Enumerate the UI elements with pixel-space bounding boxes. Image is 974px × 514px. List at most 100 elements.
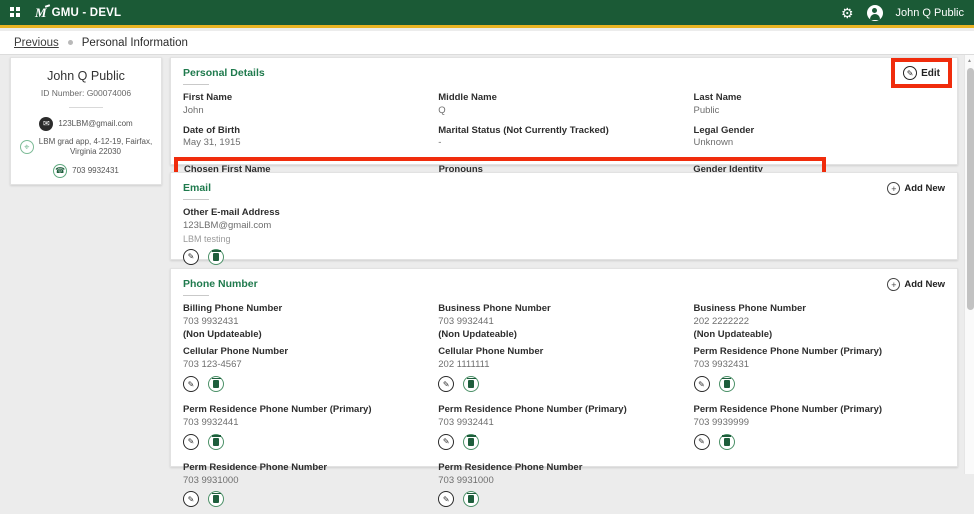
topbar-right: ⚙ John Q Public: [841, 4, 964, 21]
annotation-box-edit: ✎ Edit: [891, 58, 952, 88]
gmu-logo-icon: M: [35, 4, 47, 20]
edit-phone-button[interactable]: ✎: [183, 433, 199, 450]
plus-icon: +: [887, 182, 901, 195]
divider: [69, 107, 103, 108]
personal-details-card: Personal Details ✎ Edit First Name John M…: [170, 57, 958, 198]
phone-row: Perm Residence Phone Number 703 9931000 …: [183, 462, 945, 514]
app-title: GMU - DEVL: [51, 6, 122, 19]
phone-row: Perm Residence Phone Number (Primary) 70…: [183, 404, 945, 457]
delete-phone-button[interactable]: [718, 433, 735, 450]
edit-phone-button[interactable]: ✎: [438, 491, 455, 508]
trash-icon: [722, 377, 732, 389]
trash-icon: [722, 435, 732, 446]
breadcrumb-previous-link[interactable]: Previous: [14, 37, 59, 49]
email-section-title: Email: [183, 182, 212, 194]
email-icon: ✉: [39, 117, 54, 131]
phone-entry: Cellular Phone Number 703 123-4567 ✎: [183, 346, 438, 399]
edit-button[interactable]: ✎ Edit: [903, 66, 940, 80]
pencil-icon: ✎: [698, 437, 705, 447]
trash-icon: [466, 377, 476, 389]
brand: M GMU - DEVL: [35, 5, 121, 21]
user-name[interactable]: John Q Public: [896, 7, 964, 19]
divider: [183, 84, 209, 85]
phone-entry: Business Phone Number 703 9932441 (Non U…: [438, 303, 551, 340]
pencil-icon: ✎: [442, 379, 450, 389]
pencil-icon: ✎: [187, 252, 195, 262]
scroll-up-arrow-icon[interactable]: ▲: [967, 58, 972, 64]
delete-phone-button[interactable]: [208, 376, 224, 393]
divider: [183, 295, 209, 296]
delete-phone-button[interactable]: [718, 376, 735, 393]
field-last-name: Last Name Public: [693, 92, 742, 116]
phone-icon: ☎: [53, 163, 68, 178]
settings-gear-icon[interactable]: ⚙: [841, 6, 854, 20]
field-legal-gender: Legal Gender Unknown: [693, 124, 755, 149]
profile-phone: 703 9932431: [72, 165, 119, 175]
trash-icon: [466, 435, 476, 446]
edit-phone-button[interactable]: ✎: [438, 376, 455, 393]
trash-icon: [211, 250, 221, 261]
pencil-icon: ✎: [442, 494, 450, 504]
field-middle-name: Middle Name Q: [438, 92, 497, 116]
add-new-email-button[interactable]: + Add New: [887, 182, 945, 195]
phone-section-title: Phone Number: [183, 278, 258, 290]
divider: [183, 199, 209, 200]
phone-entry-empty: [694, 462, 945, 514]
trash-icon: [211, 435, 221, 446]
breadcrumb-current: Personal Information: [81, 36, 188, 49]
phone-row: Billing Phone Number 703 9932431 (Non Up…: [183, 303, 945, 341]
app-menu-icon[interactable]: [10, 7, 21, 18]
phone-entry: Perm Residence Phone Number (Primary) 70…: [693, 346, 945, 399]
pencil-icon: ✎: [442, 437, 450, 447]
phone-number-card: Phone Number + Add New Billing Phone Num…: [170, 268, 958, 508]
personal-details-title: Personal Details: [183, 67, 265, 79]
email-card: Email + Add New Other E-mail Address 123…: [170, 172, 958, 265]
vertical-scrollbar[interactable]: ▲: [964, 55, 974, 474]
phone-entry: Perm Residence Phone Number (Primary) 70…: [693, 404, 945, 457]
phone-entry: Perm Residence Phone Number (Primary) 70…: [438, 404, 693, 457]
edit-email-button[interactable]: ✎: [183, 248, 199, 265]
profile-id-number: ID Number: G00074006: [40, 88, 132, 98]
profile-address: LBM grad app, 4-12-19, Fairfax, Virginia …: [38, 137, 153, 157]
plus-icon: +: [887, 278, 901, 291]
profile-email-row: ✉ 123LBM@gmail.com: [19, 117, 153, 131]
profile-phone-row: ☎ 703 9932431: [19, 163, 153, 178]
phone-entry: Billing Phone Number 703 9932431 (Non Up…: [183, 303, 283, 340]
delete-phone-button[interactable]: [208, 491, 224, 508]
phone-row: Cellular Phone Number 703 123-4567 ✎ Cel…: [183, 346, 945, 399]
scrollbar-thumb[interactable]: [966, 68, 974, 310]
field-marital-status: Marital Status (Not Currently Tracked) -: [438, 124, 609, 149]
pencil-icon: ✎: [187, 379, 195, 389]
delete-phone-button[interactable]: [463, 376, 480, 393]
delete-email-button[interactable]: [208, 248, 224, 265]
edit-phone-button[interactable]: ✎: [183, 491, 199, 508]
profile-name: John Q Public: [47, 69, 125, 83]
location-pin-icon: ⌖: [19, 140, 34, 155]
delete-phone-button[interactable]: [463, 433, 480, 450]
trash-icon: [211, 492, 221, 504]
personal-fields-row: First Name John Middle Name Q Last Name Pub…: [183, 92, 945, 118]
top-app-bar: M GMU - DEVL ⚙ John Q Public: [0, 0, 974, 28]
edit-phone-button[interactable]: ✎: [693, 376, 710, 393]
trash-icon: [466, 492, 476, 504]
edit-button-label: Edit: [921, 67, 940, 79]
pencil-icon: ✎: [187, 437, 195, 447]
pencil-icon: ✎: [903, 66, 918, 80]
edit-phone-button[interactable]: ✎: [183, 376, 199, 393]
delete-phone-button[interactable]: [208, 433, 224, 450]
profile-summary-card: John Q Public ID Number: G00074006 ✉ 123…: [10, 57, 162, 185]
pencil-icon: ✎: [187, 494, 195, 504]
edit-phone-button[interactable]: ✎: [693, 433, 710, 450]
entry-actions: ✎: [183, 248, 945, 265]
breadcrumb-separator-icon: [67, 40, 73, 45]
delete-phone-button[interactable]: [463, 491, 480, 508]
pencil-icon: ✎: [698, 379, 705, 389]
profile-address-row: ⌖ LBM grad app, 4-12-19, Fairfax, Virgini…: [19, 137, 153, 158]
add-new-phone-button[interactable]: + Add New: [887, 278, 945, 291]
email-entry: Other E-mail Address 123LBM@gmail.com LB…: [183, 207, 945, 265]
phone-grid: Billing Phone Number 703 9932431 (Non Up…: [183, 303, 945, 514]
field-date-of-birth: Date of Birth May 31, 1915: [183, 124, 241, 149]
phone-entry: Perm Residence Phone Number (Primary) 70…: [183, 404, 438, 457]
edit-phone-button[interactable]: ✎: [438, 433, 455, 450]
user-avatar-icon[interactable]: [866, 4, 883, 21]
